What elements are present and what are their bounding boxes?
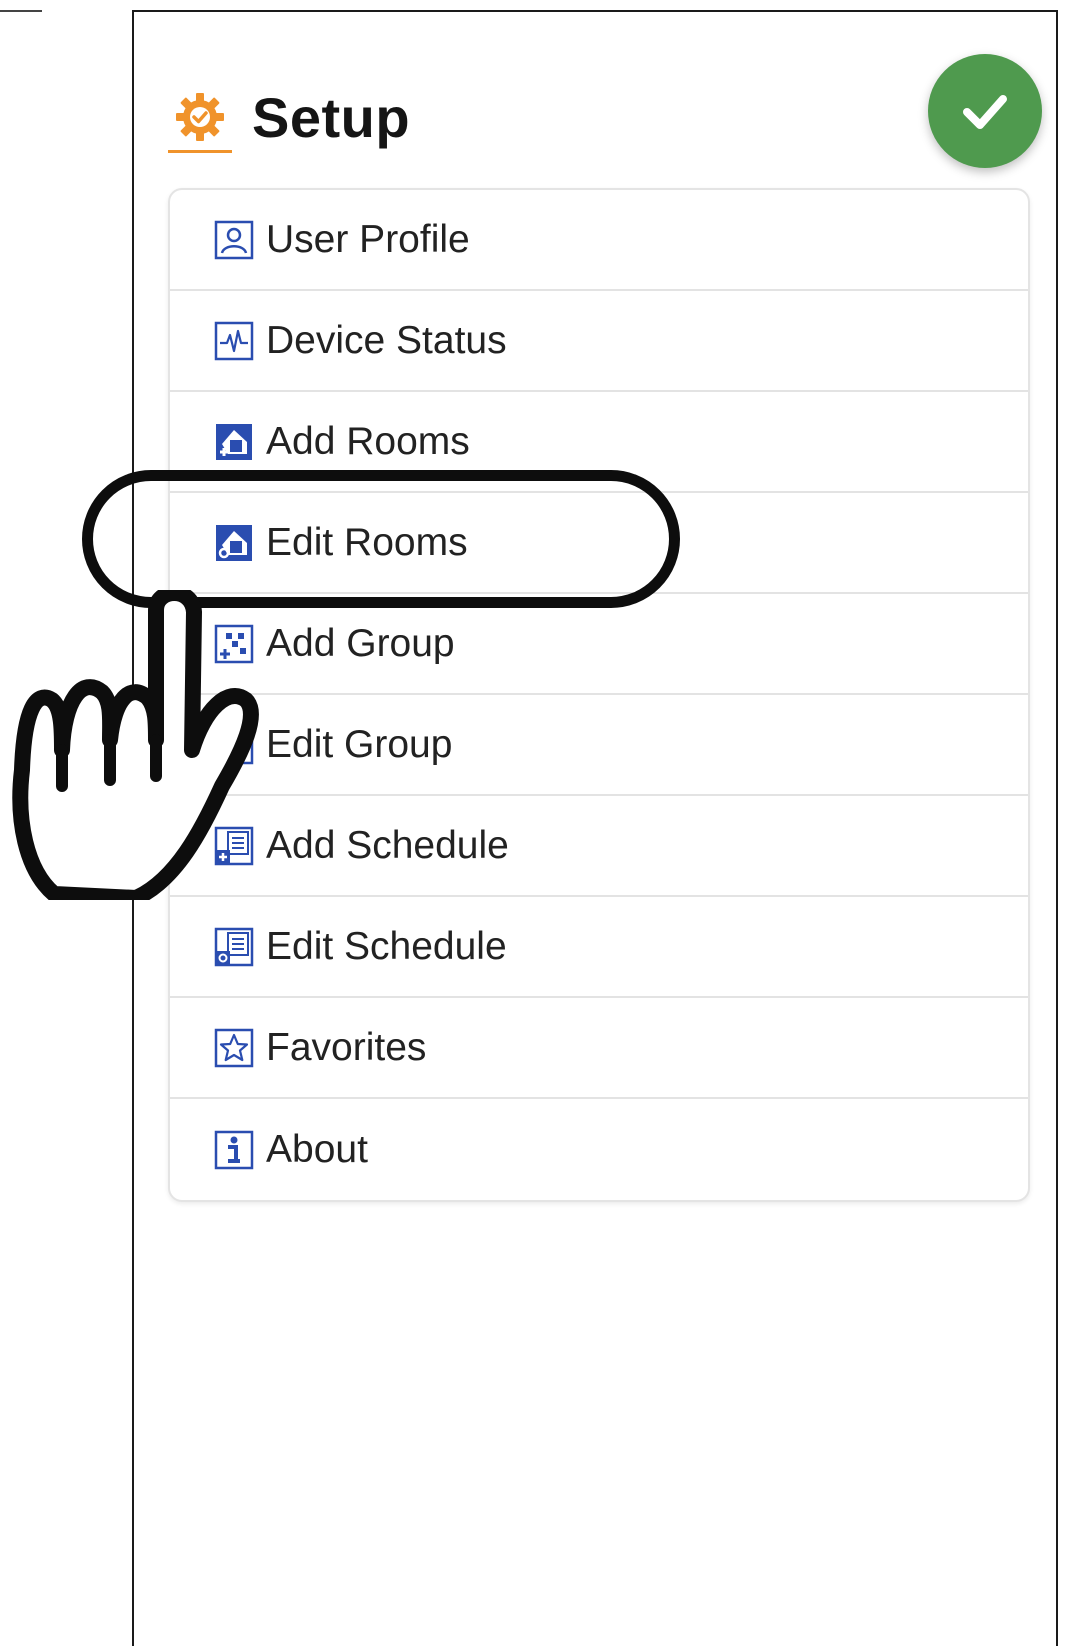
menu-item-user-profile[interactable]: User Profile bbox=[170, 190, 1028, 291]
menu-item-label: User Profile bbox=[266, 217, 470, 261]
edit-schedule-icon bbox=[214, 927, 254, 967]
gear-check-icon bbox=[168, 77, 232, 157]
check-icon bbox=[963, 95, 1007, 129]
tutorial-page: Setup User Profile Device Status Add Roo… bbox=[0, 0, 1074, 1646]
about-icon bbox=[214, 1130, 254, 1170]
menu-item-favorites[interactable]: Favorites bbox=[170, 998, 1028, 1099]
setup-menu: User Profile Device Status Add Rooms Edi… bbox=[168, 188, 1030, 1202]
menu-item-edit-rooms[interactable]: Edit Rooms bbox=[170, 493, 1028, 594]
phone-screen: Setup User Profile Device Status Add Roo… bbox=[132, 10, 1058, 1646]
favorites-icon bbox=[214, 1028, 254, 1068]
menu-item-about[interactable]: About bbox=[170, 1099, 1028, 1200]
edit-group-icon bbox=[214, 725, 254, 765]
menu-item-add-rooms[interactable]: Add Rooms bbox=[170, 392, 1028, 493]
menu-item-label: Edit Schedule bbox=[266, 924, 507, 968]
add-group-icon bbox=[214, 624, 254, 664]
menu-item-add-schedule[interactable]: Add Schedule bbox=[170, 796, 1028, 897]
menu-item-edit-schedule[interactable]: Edit Schedule bbox=[170, 897, 1028, 998]
menu-item-label: Add Group bbox=[266, 621, 455, 665]
menu-item-device-status[interactable]: Device Status bbox=[170, 291, 1028, 392]
menu-item-add-group[interactable]: Add Group bbox=[170, 594, 1028, 695]
edit-rooms-icon bbox=[214, 523, 254, 563]
menu-item-label: Device Status bbox=[266, 318, 507, 362]
page-title: Setup bbox=[252, 85, 411, 149]
add-schedule-icon bbox=[214, 826, 254, 866]
menu-item-edit-group[interactable]: Edit Group bbox=[170, 695, 1028, 796]
add-rooms-icon bbox=[214, 422, 254, 462]
header: Setup bbox=[168, 72, 410, 162]
menu-item-label: Add Rooms bbox=[266, 419, 470, 463]
menu-item-label: About bbox=[266, 1127, 368, 1171]
menu-item-label: Favorites bbox=[266, 1025, 427, 1069]
corner-divider bbox=[0, 10, 42, 12]
menu-item-label: Add Schedule bbox=[266, 823, 509, 867]
menu-item-label: Edit Group bbox=[266, 722, 453, 766]
user-profile-icon bbox=[214, 220, 254, 260]
done-button[interactable] bbox=[928, 54, 1042, 168]
device-status-icon bbox=[214, 321, 254, 361]
menu-item-label: Edit Rooms bbox=[266, 520, 468, 564]
